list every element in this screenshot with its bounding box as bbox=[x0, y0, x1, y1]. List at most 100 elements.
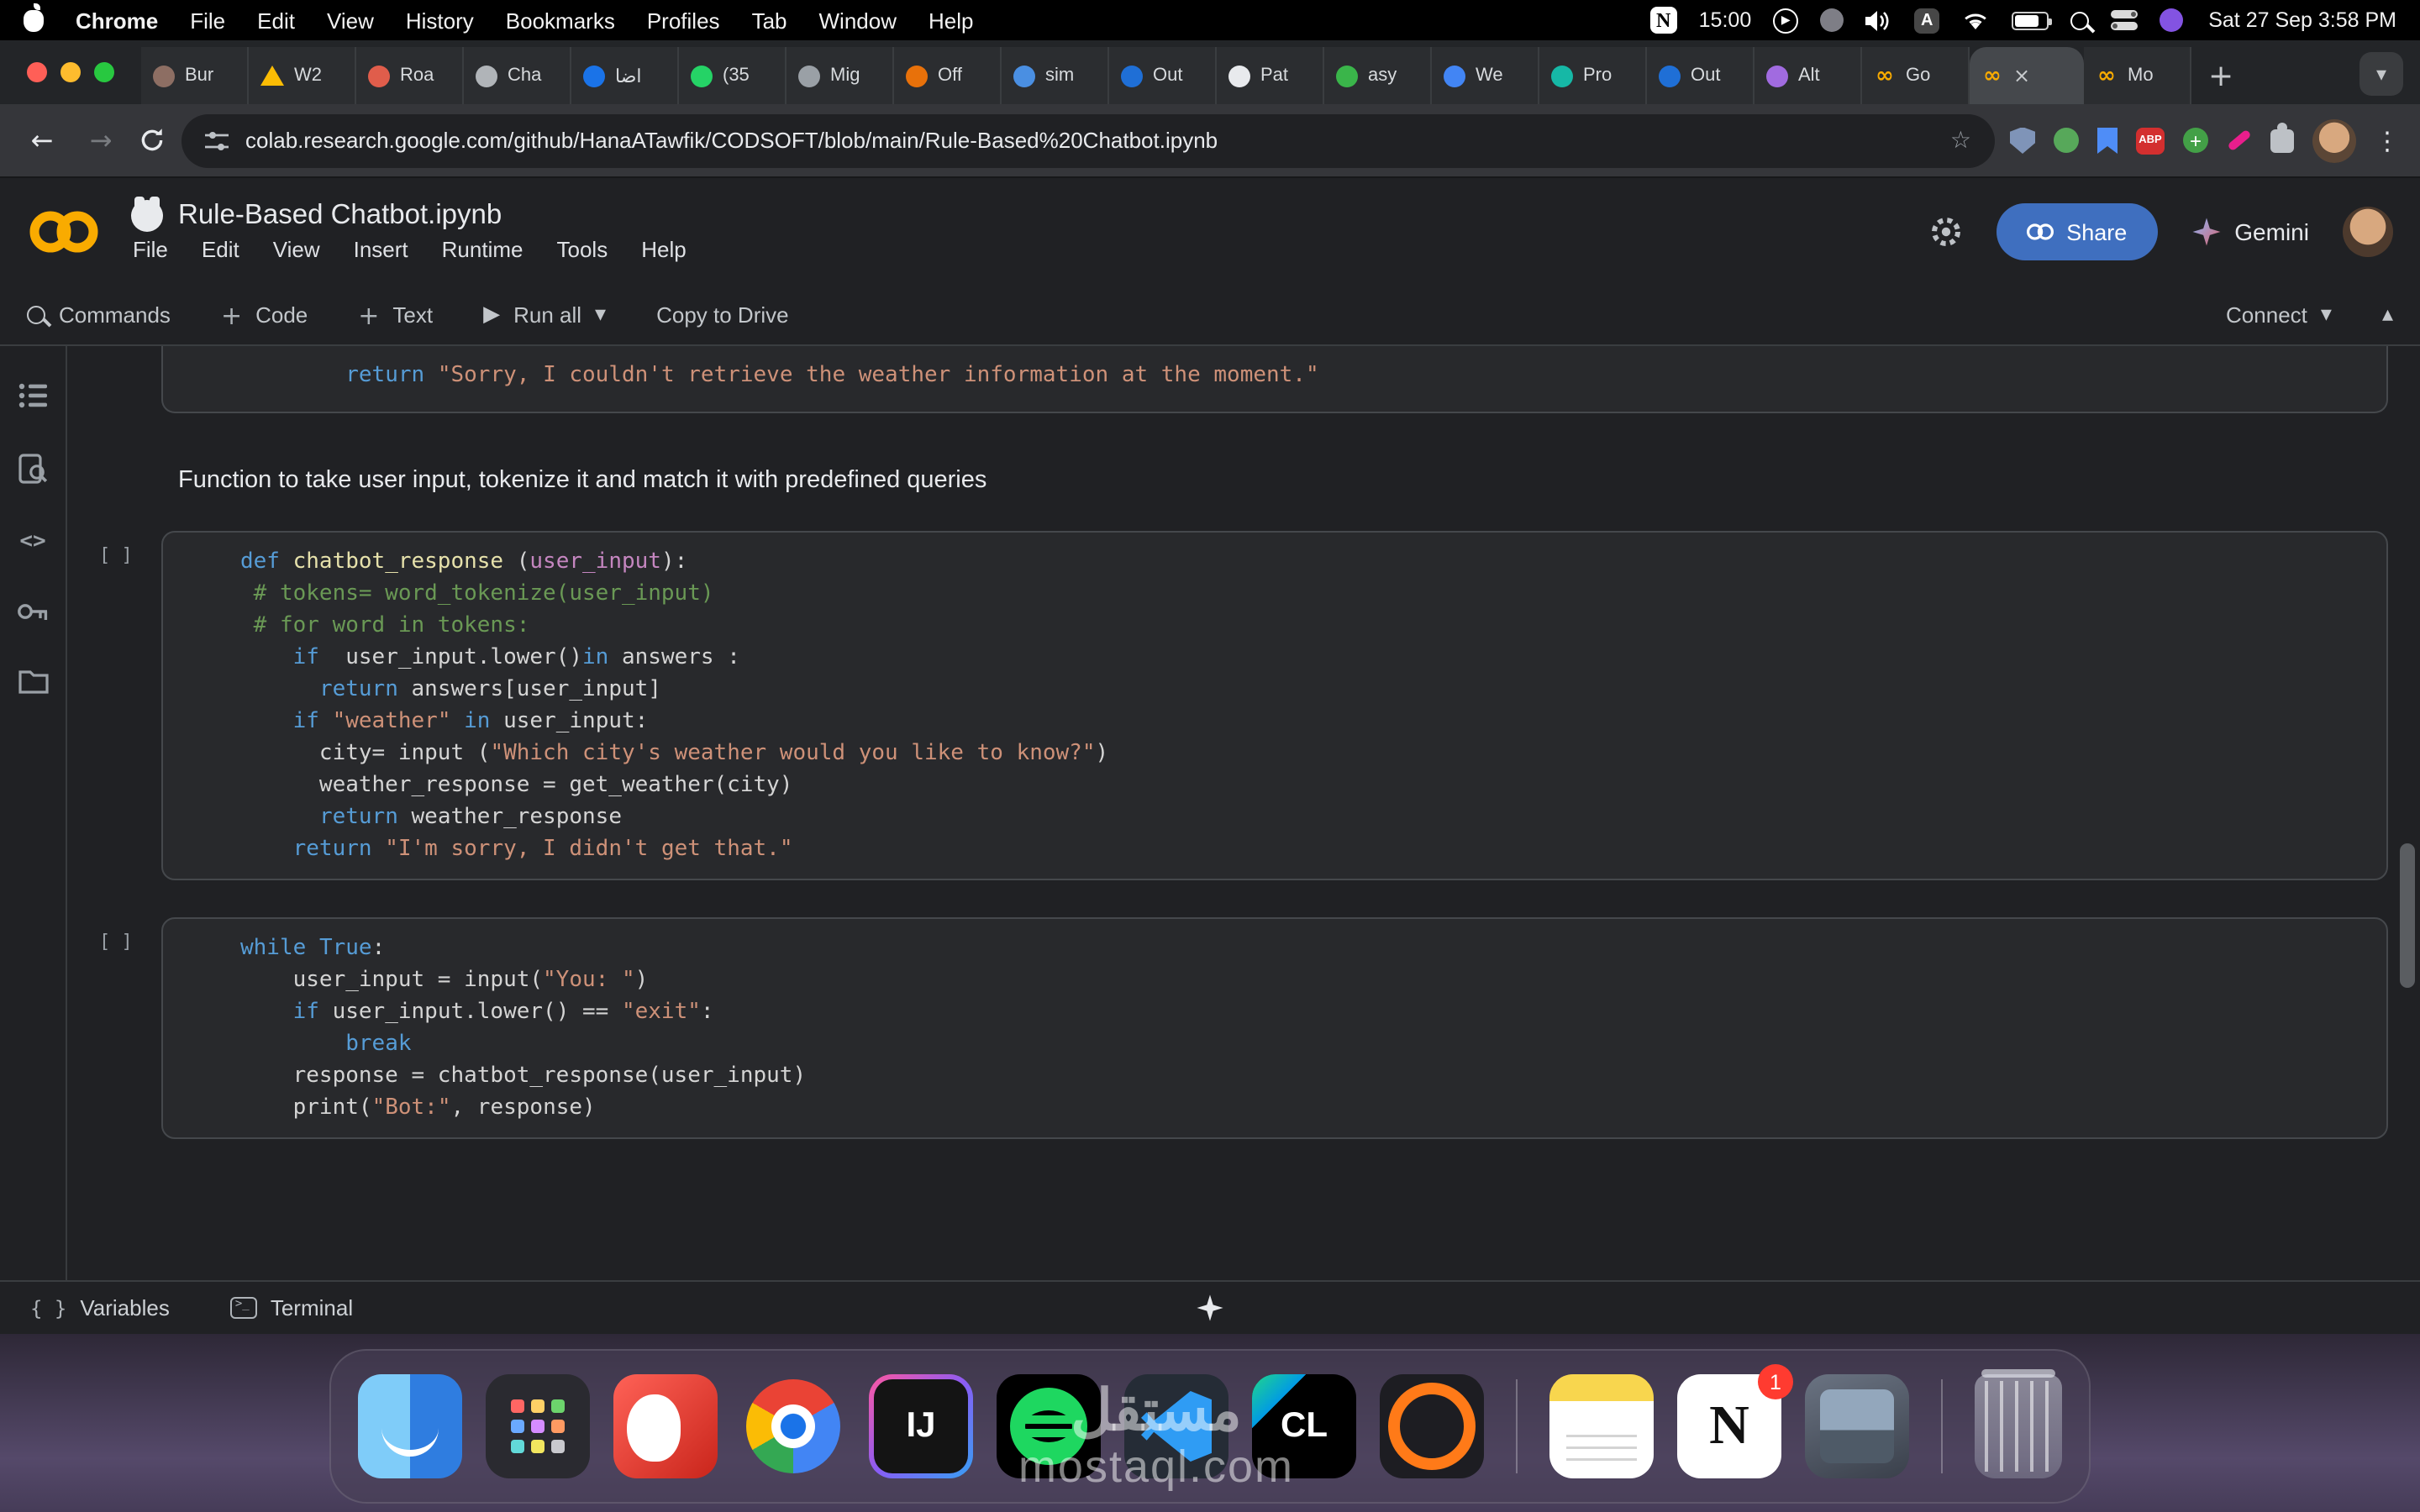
colab-menu-item[interactable]: File bbox=[121, 233, 187, 265]
browser-tab[interactable]: ∞Mo bbox=[2084, 47, 2191, 104]
close-window-button[interactable] bbox=[27, 62, 47, 82]
dock-vscode-icon[interactable] bbox=[1124, 1374, 1228, 1478]
gemini-button[interactable]: Gemini bbox=[2191, 217, 2309, 247]
vertical-scrollbar[interactable] bbox=[2400, 843, 2415, 988]
variables-button[interactable]: { }Variables bbox=[30, 1295, 170, 1320]
code-cell[interactable]: [ ] def chatbot_response (user_input): #… bbox=[161, 531, 2388, 880]
connect-button[interactable]: Connect▾ bbox=[2226, 302, 2332, 328]
menubar-item[interactable]: History bbox=[406, 8, 474, 33]
highlighter-extension-icon[interactable] bbox=[2227, 129, 2251, 152]
play-circle-icon[interactable]: ▶ bbox=[1773, 8, 1798, 33]
code-cell[interactable]: [ ] return "Sorry, I couldn't retrieve t… bbox=[161, 346, 2388, 413]
colab-menu-item[interactable]: Help bbox=[629, 233, 705, 265]
colab-menu-item[interactable]: View bbox=[261, 233, 339, 265]
code-snippets-icon[interactable]: <> bbox=[19, 529, 45, 554]
notebook-scroll-area[interactable]: [ ] return "Sorry, I couldn't retrieve t… bbox=[67, 346, 2420, 1280]
back-button[interactable]: ← bbox=[20, 124, 64, 156]
app-status-dot-icon[interactable] bbox=[2160, 8, 2183, 32]
browser-tab[interactable]: ∞Go bbox=[1862, 47, 1970, 104]
dock-finder-icon[interactable] bbox=[358, 1374, 462, 1478]
dock-preview-icon[interactable] bbox=[1805, 1374, 1909, 1478]
minimize-window-button[interactable] bbox=[60, 62, 81, 82]
menubar-item[interactable]: Window bbox=[819, 8, 897, 33]
menubar-item[interactable]: Edit bbox=[257, 8, 295, 33]
menubar-clock[interactable]: Sat 27 Sep 3:58 PM bbox=[2208, 8, 2396, 32]
dock-notion-icon[interactable]: N1 bbox=[1677, 1374, 1781, 1478]
code-editor[interactable]: def chatbot_response (user_input): # tok… bbox=[163, 533, 2386, 879]
bookmark-extension-icon[interactable] bbox=[2097, 127, 2118, 154]
site-settings-icon[interactable] bbox=[205, 130, 229, 150]
apple-menu-icon[interactable] bbox=[24, 9, 44, 31]
menubar-item[interactable]: Tab bbox=[752, 8, 787, 33]
browser-tab[interactable]: اضا bbox=[571, 47, 679, 104]
input-source-icon[interactable]: A bbox=[1914, 8, 1939, 33]
dock-redapp-icon[interactable] bbox=[613, 1374, 718, 1478]
colab-menu-item[interactable]: Edit bbox=[190, 233, 258, 265]
browser-tab[interactable]: Out bbox=[1647, 47, 1754, 104]
notion-menubar-icon[interactable]: N bbox=[1650, 7, 1677, 34]
notebook-title[interactable]: Rule-Based Chatbot.ipynb bbox=[178, 199, 502, 231]
browser-tab[interactable]: Alt bbox=[1754, 47, 1862, 104]
browser-tab[interactable]: W2 bbox=[249, 47, 356, 104]
dock-chrome-icon[interactable] bbox=[741, 1374, 845, 1478]
code-editor[interactable]: while True: user_input = input("You: ") … bbox=[163, 919, 2386, 1137]
tab-close-icon[interactable]: × bbox=[2013, 64, 2030, 87]
menubar-item[interactable]: View bbox=[327, 8, 374, 33]
control-center-icon[interactable] bbox=[2111, 10, 2138, 30]
colab-logo[interactable] bbox=[27, 207, 101, 257]
code-cell[interactable]: [ ] while True: user_input = input("You:… bbox=[161, 917, 2388, 1139]
dock-notes-icon[interactable] bbox=[1549, 1374, 1654, 1478]
settings-gear-icon[interactable] bbox=[1928, 215, 1962, 249]
add-code-button[interactable]: +Code bbox=[221, 300, 308, 330]
run-all-button[interactable]: ▶Run all▾ bbox=[483, 302, 606, 328]
reload-button[interactable] bbox=[138, 126, 166, 155]
menubar-item[interactable]: Help bbox=[929, 8, 974, 33]
address-bar[interactable]: colab.research.google.com/github/HanaATa… bbox=[182, 113, 1995, 167]
browser-tab[interactable]: Pro bbox=[1539, 47, 1647, 104]
browser-menu-icon[interactable]: ⋮ bbox=[2375, 125, 2400, 155]
copy-to-drive-button[interactable]: Copy to Drive bbox=[656, 302, 789, 328]
record-dot-icon[interactable] bbox=[1820, 8, 1844, 32]
extensions-puzzle-icon[interactable] bbox=[2270, 129, 2294, 152]
files-folder-icon[interactable] bbox=[18, 669, 48, 694]
colab-menu-item[interactable]: Runtime bbox=[430, 233, 542, 265]
shield-extension-icon[interactable] bbox=[2010, 127, 2035, 154]
markdown-cell[interactable]: Function to take user input, tokenize it… bbox=[178, 464, 2388, 497]
browser-tab[interactable]: Cha bbox=[464, 47, 571, 104]
browser-tab[interactable]: Pat bbox=[1217, 47, 1324, 104]
browser-tab[interactable]: ∞× bbox=[1970, 47, 2084, 104]
browser-tab[interactable]: Out bbox=[1109, 47, 1217, 104]
active-app-name[interactable]: Chrome bbox=[76, 8, 158, 33]
share-button[interactable]: Share bbox=[1996, 203, 2157, 260]
profile-avatar[interactable] bbox=[2312, 118, 2356, 162]
cell-run-bracket[interactable]: [ ] bbox=[99, 931, 133, 953]
tab-search-button[interactable]: ▾ bbox=[2360, 52, 2403, 96]
wifi-icon[interactable] bbox=[1961, 10, 1990, 30]
account-avatar[interactable] bbox=[2343, 207, 2393, 257]
bookmark-star-icon[interactable]: ☆ bbox=[1950, 127, 1971, 154]
dock-intellij-icon[interactable]: IJ bbox=[869, 1374, 973, 1478]
commands-button[interactable]: Commands bbox=[27, 302, 171, 328]
add-text-button[interactable]: +Text bbox=[358, 300, 433, 330]
table-of-contents-icon[interactable] bbox=[18, 383, 48, 408]
dock-spotify-icon[interactable] bbox=[997, 1374, 1101, 1478]
dock-trash-icon[interactable] bbox=[1975, 1374, 2062, 1478]
fullscreen-window-button[interactable] bbox=[94, 62, 114, 82]
browser-tab[interactable]: Off bbox=[894, 47, 1002, 104]
menubar-item[interactable]: Bookmarks bbox=[506, 8, 615, 33]
browser-tab[interactable]: sim bbox=[1002, 47, 1109, 104]
dock-clion-icon[interactable]: CL bbox=[1252, 1374, 1356, 1478]
browser-tab[interactable]: asy bbox=[1324, 47, 1432, 104]
cell-run-bracket[interactable]: [ ] bbox=[99, 544, 133, 566]
url-text[interactable]: colab.research.google.com/github/HanaATa… bbox=[245, 128, 1933, 153]
gemini-spark-button[interactable] bbox=[1196, 1294, 1224, 1327]
new-tab-button[interactable]: + bbox=[2191, 59, 2250, 104]
browser-tab[interactable]: Mig bbox=[786, 47, 894, 104]
add-extension-icon[interactable]: + bbox=[2183, 128, 2208, 153]
volume-icon[interactable] bbox=[1865, 9, 1892, 31]
browser-tab[interactable]: Bur bbox=[141, 47, 249, 104]
terminal-button[interactable]: Terminal bbox=[230, 1295, 353, 1320]
browser-tab[interactable]: We bbox=[1432, 47, 1539, 104]
menubar-item[interactable]: File bbox=[190, 8, 225, 33]
dock-ring-icon[interactable] bbox=[1380, 1374, 1484, 1478]
